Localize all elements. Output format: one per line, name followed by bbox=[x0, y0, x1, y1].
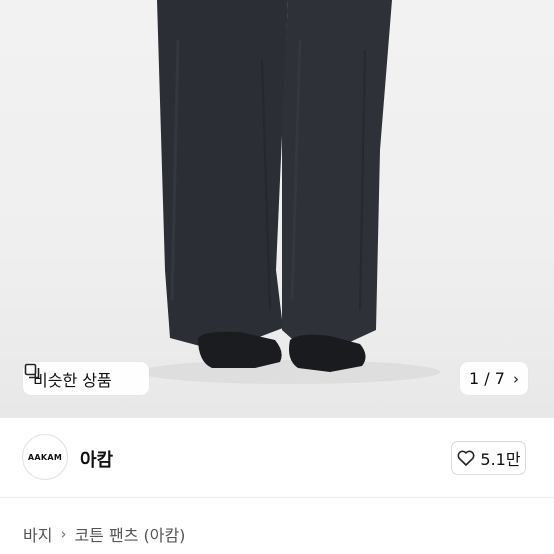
like-count: 5.1만 bbox=[480, 450, 521, 469]
chevron-right-icon: › bbox=[60, 525, 67, 543]
image-counter-button[interactable]: 1 / 7 › bbox=[460, 362, 528, 395]
similar-products-button[interactable]: 비슷한 상품 bbox=[23, 362, 149, 395]
seller-name[interactable]: 아캄 bbox=[80, 446, 113, 472]
breadcrumb-item-subcategory[interactable]: 코튼 팬츠 (아캄) bbox=[74, 522, 185, 546]
product-image[interactable]: 비슷한 상품 1 / 7 › bbox=[0, 0, 554, 418]
chevron-right-icon: › bbox=[512, 369, 519, 388]
seller-logo-text: AAKAM bbox=[27, 452, 63, 462]
similar-products-label: 비슷한 상품 bbox=[33, 370, 112, 390]
breadcrumb-item-category[interactable]: 바지 bbox=[23, 522, 52, 546]
breadcrumb: 바지 › 코튼 팬츠 (아캄) bbox=[23, 522, 185, 546]
image-counter-text: 1 / 7 bbox=[469, 369, 505, 388]
seller-section: AAKAM 아캄 5.1만 bbox=[0, 418, 554, 498]
similar-products-icon bbox=[24, 363, 40, 379]
product-photo bbox=[140, 0, 440, 384]
like-button[interactable]: 5.1만 bbox=[451, 441, 526, 475]
seller-logo[interactable]: AAKAM bbox=[22, 434, 68, 480]
heart-icon bbox=[457, 450, 475, 466]
